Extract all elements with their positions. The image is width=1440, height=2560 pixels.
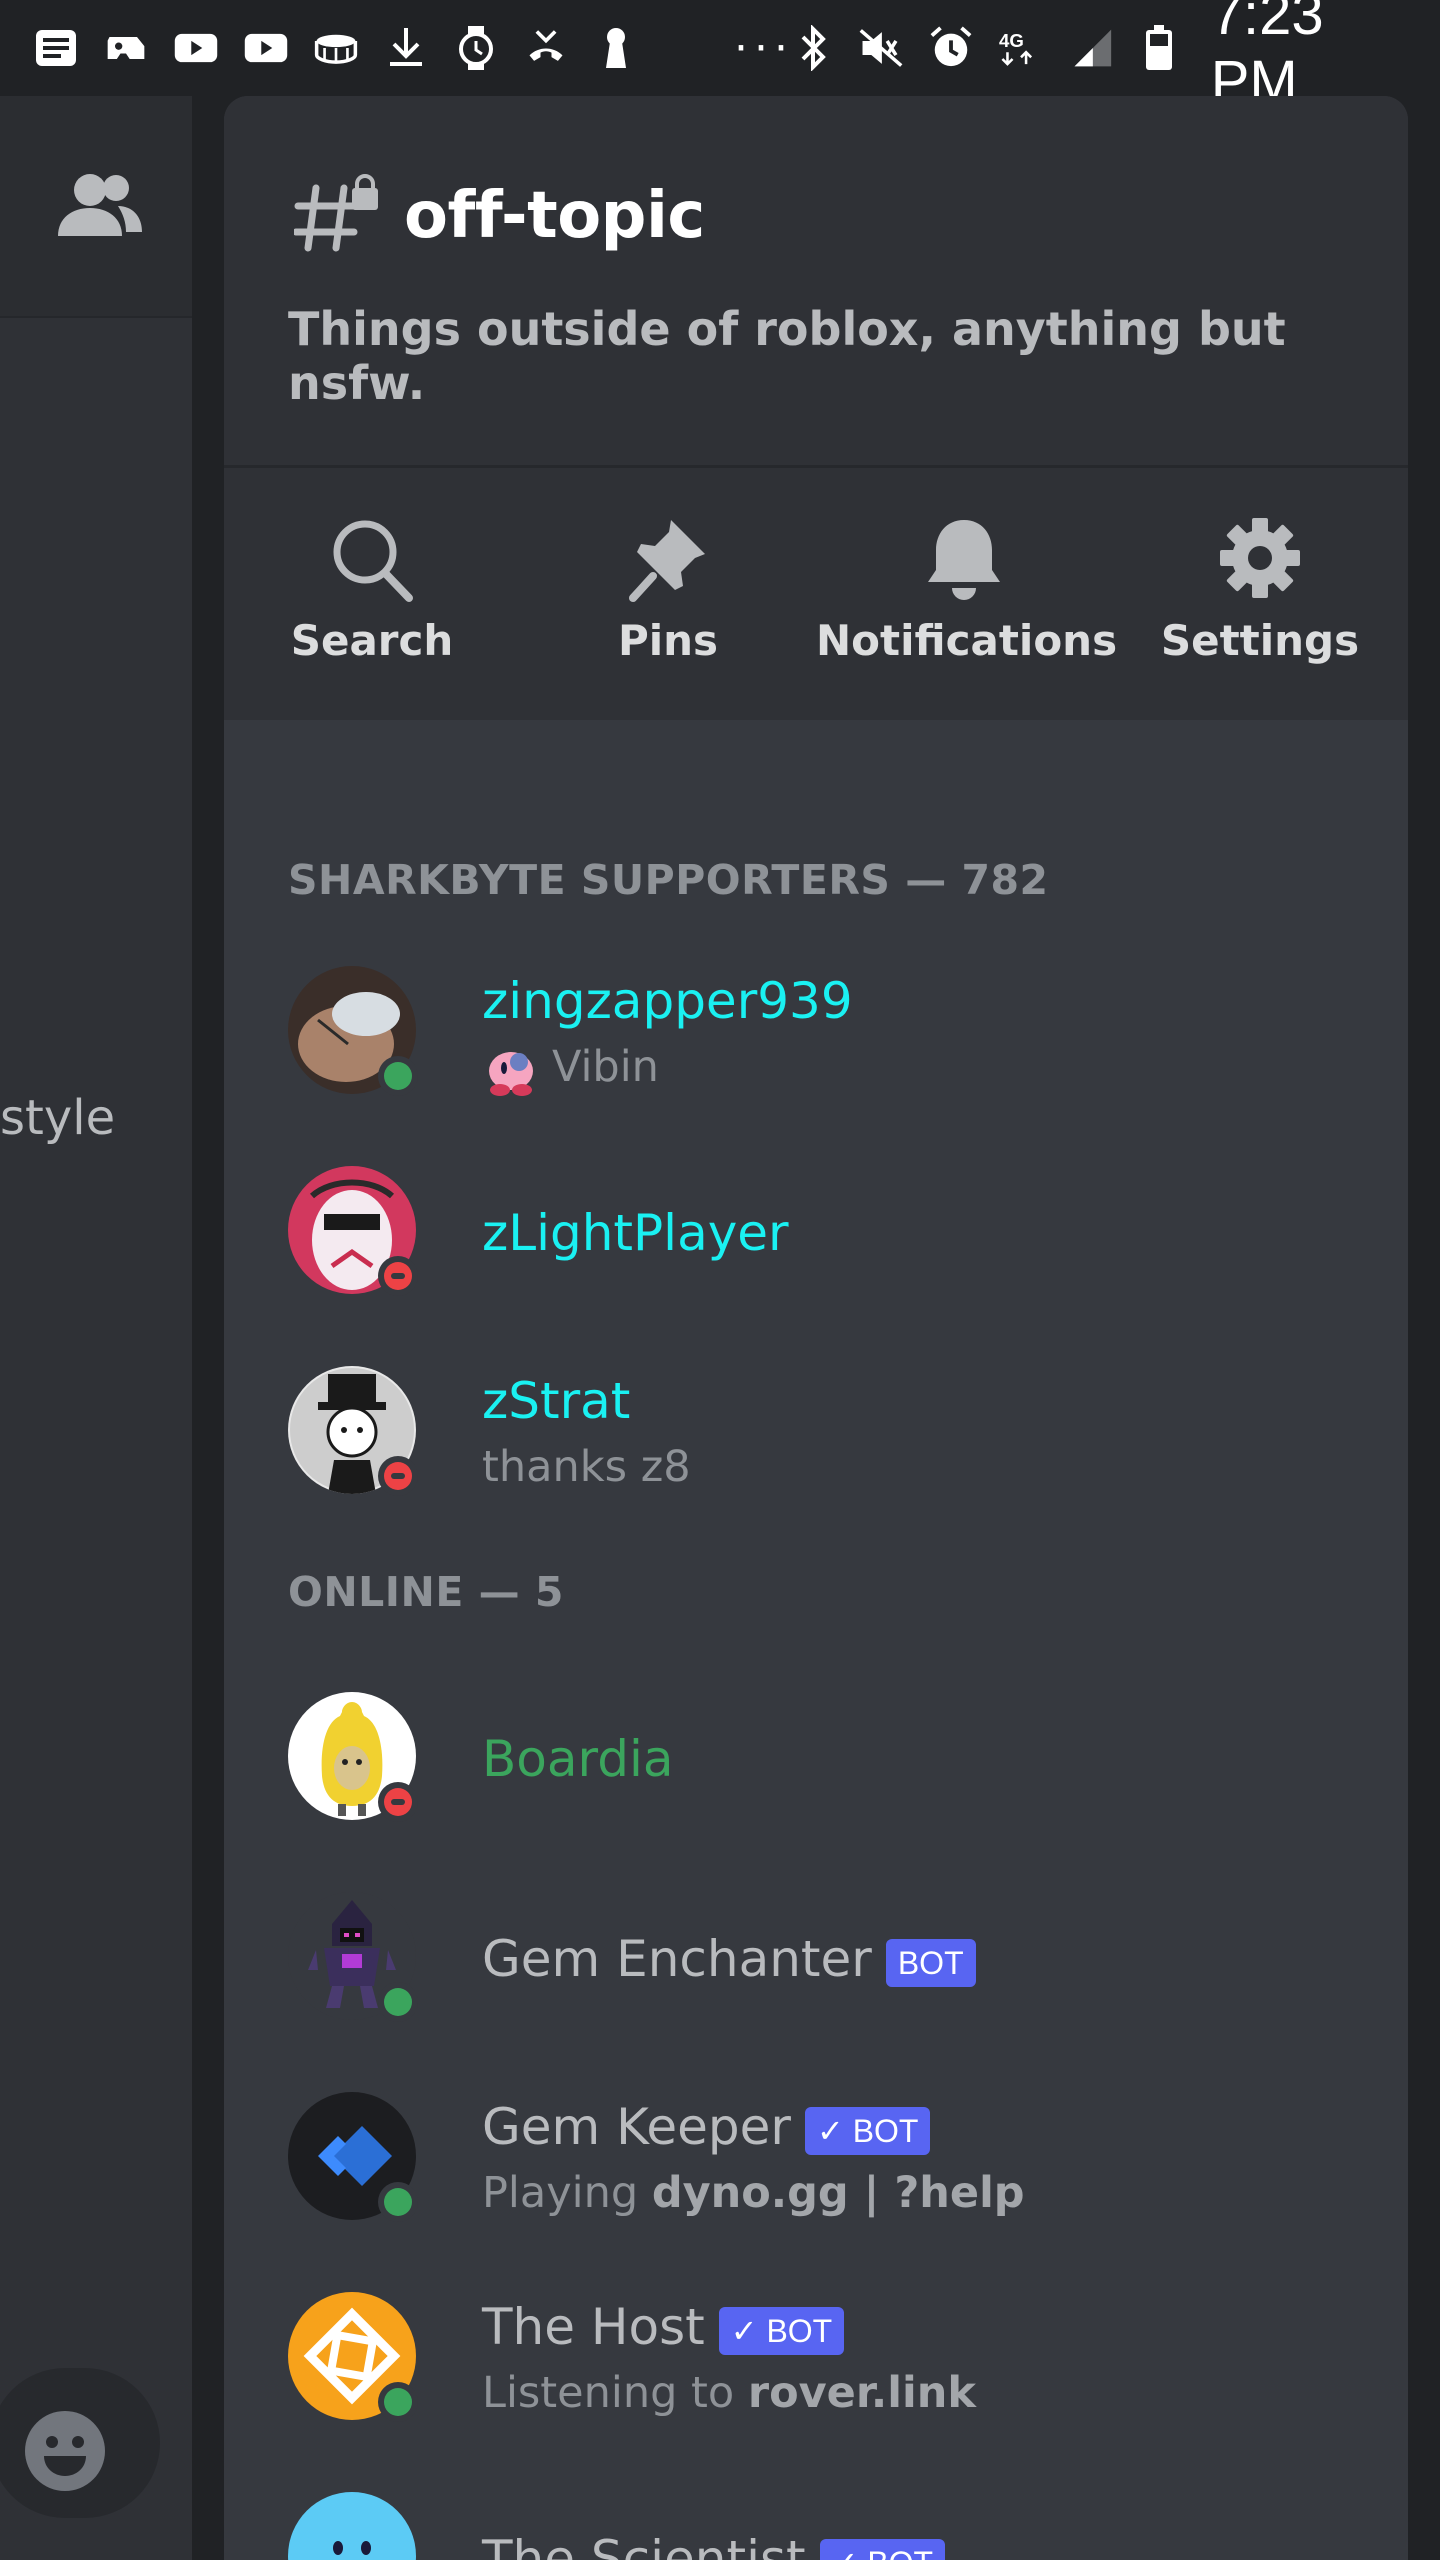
drum-icon (314, 26, 358, 70)
member-gem-enchanter[interactable]: Gem Enchanter BOT (288, 1892, 1388, 2032)
member-activity: Vibin (552, 1042, 659, 1092)
keyhole-icon (594, 26, 638, 70)
status-indicator (378, 1782, 418, 1822)
missed-call-icon (524, 26, 568, 70)
youtube-icon (174, 26, 218, 70)
bluetooth-icon (794, 25, 833, 71)
verified-bot-tag: ✓ BOT (804, 2106, 931, 2155)
member-gem-keeper[interactable]: Gem Keeper ✓ BOT Playing dyno.gg | ?help (288, 2092, 1388, 2232)
avatar (288, 2492, 416, 2560)
member-zstrat[interactable]: zStrat thanks z8 (288, 1366, 1388, 1506)
channel-title-row: off-topic (292, 174, 705, 258)
member-name-row: The Host ✓ BOT (482, 2298, 845, 2356)
member-boardia[interactable]: Boardia (288, 1692, 1388, 1832)
svg-text:4G: 4G (999, 30, 1024, 51)
background-chat-panel (0, 96, 192, 2560)
news-icon (34, 26, 78, 70)
activity-prefix: Playing (482, 2168, 639, 2218)
member-name: zStrat (482, 1372, 631, 1430)
member-activity: Playing dyno.gg | ?help (482, 2168, 1025, 2218)
channel-header: off-topic Things outside of roblox, anyt… (224, 96, 1408, 468)
role-section-header: SHARKBYTE SUPPORTERS — 782 (288, 856, 1049, 904)
kirby-emoji-icon (482, 1040, 540, 1102)
member-name: The Scientist (482, 2530, 806, 2560)
locked-channel-icon (292, 174, 382, 258)
verified-bot-tag: ✓ BOT (819, 2538, 946, 2560)
gear-icon (1217, 514, 1303, 604)
member-the-scientist[interactable]: The Scientist ✓ BOT (288, 2492, 1388, 2560)
member-name: zingzapper939 (482, 972, 853, 1030)
channel-toolbar: Search Pins Notifications Settings (224, 468, 1408, 720)
background-message-fragment: style (0, 1090, 116, 1146)
pins-button[interactable]: Pins (520, 468, 816, 720)
search-label: Search (290, 616, 454, 665)
channel-name: off-topic (404, 179, 705, 253)
battery-icon (1139, 25, 1178, 70)
network-icon: 4G (999, 26, 1043, 70)
member-name-row: The Scientist ✓ BOT (482, 2530, 946, 2560)
search-button[interactable]: Search (224, 468, 520, 720)
activity-prefix: Listening to (482, 2368, 735, 2418)
mute-icon (859, 26, 903, 70)
game-controller-icon (104, 26, 148, 70)
status-indicator (378, 1056, 418, 1096)
member-zlightplayer[interactable]: zLightPlayer (288, 1166, 1388, 1306)
member-zingzapper939[interactable]: zingzapper939 Vibin (288, 966, 1388, 1106)
download-icon (384, 26, 428, 70)
member-activity: Listening to rover.link (482, 2368, 976, 2418)
member-name-row: Gem Keeper ✓ BOT (482, 2098, 931, 2156)
watch-icon (454, 26, 498, 70)
members-icon[interactable] (54, 170, 144, 244)
member-name: Gem Enchanter (482, 1930, 872, 1988)
signal-icon (1069, 26, 1113, 70)
channel-info-drawer: off-topic Things outside of roblox, anyt… (224, 96, 1408, 2560)
verified-bot-tag: ✓ BOT (718, 2306, 845, 2355)
notifications-button[interactable]: Notifications (816, 468, 1118, 720)
member-name-row: Gem Enchanter BOT (482, 1930, 976, 1988)
more-notifications-icon: ··· (734, 22, 794, 74)
pins-label: Pins (617, 616, 719, 665)
notifications-label: Notifications (816, 616, 1118, 665)
member-activity: thanks z8 (482, 1442, 691, 1492)
emoji-icon[interactable] (22, 2408, 108, 2498)
member-name: zLightPlayer (482, 1204, 789, 1262)
channel-topic: Things outside of roblox, anything but n… (288, 302, 1286, 410)
online-section-header: ONLINE — 5 (288, 1568, 564, 1616)
notification-icons: ··· (34, 23, 794, 74)
alarm-icon (929, 26, 973, 70)
status-indicator (378, 2382, 418, 2422)
member-the-host[interactable]: The Host ✓ BOT Listening to rover.link (288, 2292, 1388, 2432)
activity-detail: dyno.gg | ?help (651, 2168, 1025, 2218)
member-name: Boardia (482, 1730, 674, 1788)
bell-icon (924, 514, 1004, 604)
status-indicator (378, 1256, 418, 1296)
pin-icon (625, 514, 711, 604)
search-icon (329, 514, 415, 604)
status-indicator (378, 1456, 418, 1496)
member-name: Gem Keeper (482, 2098, 791, 2156)
activity-detail: rover.link (747, 2368, 976, 2418)
youtube-icon-2 (244, 26, 288, 70)
status-indicator (378, 2182, 418, 2222)
status-indicator (378, 1982, 418, 2022)
bot-tag: BOT (885, 1938, 976, 1987)
member-name: The Host (482, 2298, 705, 2356)
settings-button[interactable]: Settings (1112, 468, 1408, 720)
status-bar: ··· 4G 7:23 PM (0, 0, 1440, 114)
settings-label: Settings (1160, 616, 1360, 665)
